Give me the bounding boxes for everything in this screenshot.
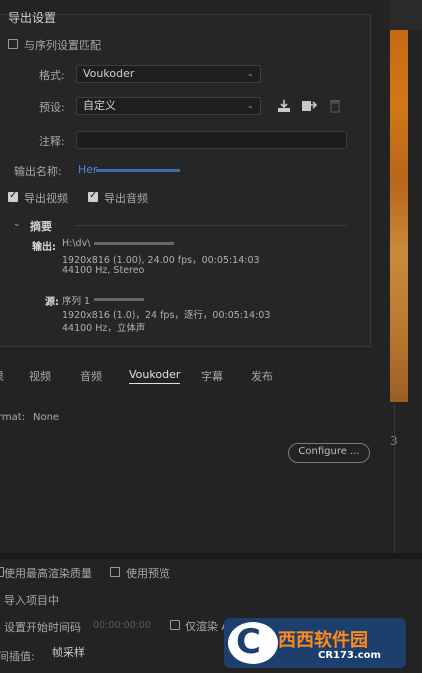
- tab-publish[interactable]: 发布: [251, 368, 273, 384]
- source-audio-info: 44100 Hz，立体声: [62, 323, 146, 334]
- format-value: Voukoder: [83, 67, 135, 80]
- save-preset-icon[interactable]: [277, 99, 291, 113]
- tab-captions[interactable]: 字幕: [201, 368, 223, 384]
- output-video-info: 1920x816 (1.00), 24.00 fps，00:05:14:03: [62, 255, 260, 266]
- export-settings-title: 导出设置: [8, 11, 57, 25]
- chevron-down-icon: ⌄: [246, 69, 254, 79]
- max-quality-label: 使用最高渲染质量: [4, 567, 92, 580]
- watermark-c-icon: C: [236, 622, 261, 662]
- configure-button[interactable]: Configure ...: [288, 443, 370, 463]
- tab-video[interactable]: 视频: [29, 368, 51, 384]
- match-sequence-label: 与序列设置匹配: [24, 39, 101, 52]
- source-summary-label: 源:: [45, 297, 59, 308]
- right-scroll-separator: [394, 405, 395, 555]
- preview-image: [390, 30, 408, 402]
- output-name-blur: [96, 169, 180, 172]
- output-name-link[interactable]: Her: [78, 163, 98, 176]
- watermark-brand: 西西软件园: [278, 630, 368, 651]
- source-name-blur: [94, 298, 144, 301]
- summary-toggle-icon[interactable]: ⌄: [13, 219, 21, 229]
- use-preview-checkbox[interactable]: [110, 567, 120, 577]
- source-name: 序列 1: [62, 296, 91, 307]
- summary-divider: [76, 225, 347, 226]
- tab-bar: [0, 362, 390, 386]
- export-video-label: 导出视频: [24, 192, 68, 205]
- tab-voukoder[interactable]: Voukoder: [129, 368, 181, 384]
- export-audio-label: 导出音频: [104, 192, 148, 205]
- render-alpha-checkbox[interactable]: [170, 620, 180, 630]
- preset-value: 自定义: [83, 99, 116, 112]
- use-preview-label: 使用预览: [126, 567, 170, 580]
- tab-effects[interactable]: 果: [0, 368, 4, 384]
- delete-preset-icon[interactable]: [329, 99, 341, 113]
- comment-label: 注释:: [39, 135, 65, 148]
- output-name-label: 输出名称:: [14, 165, 62, 178]
- right-dark-column: [390, 0, 422, 30]
- export-video-checkbox[interactable]: [8, 190, 18, 202]
- import-preset-icon[interactable]: [301, 99, 318, 113]
- chevron-down-icon: ⌄: [246, 101, 254, 111]
- interpolation-value: 帧采样: [52, 646, 85, 659]
- match-sequence-checkbox[interactable]: [8, 39, 18, 49]
- preset-select[interactable]: 自定义 ⌄: [76, 97, 261, 115]
- output-path-blur: [94, 242, 174, 245]
- format-label: 格式:: [39, 69, 65, 82]
- start-tc-value[interactable]: 00:00:00:00: [93, 620, 151, 631]
- output-path: H:\dv\: [62, 238, 91, 249]
- source-video-info: 1920x816 (1.0)，24 fps，逐行，00:05:14:03: [62, 310, 271, 321]
- voukoder-format-value: None: [33, 412, 60, 423]
- output-audio-info: 44100 Hz, Stereo: [62, 265, 145, 276]
- preset-label: 预设:: [39, 101, 65, 114]
- tab-audio[interactable]: 音频: [80, 368, 102, 384]
- voukoder-format-label: rmat:: [0, 412, 26, 423]
- interpolation-select[interactable]: 帧采样: [46, 645, 226, 663]
- format-select[interactable]: Voukoder ⌄: [76, 65, 261, 83]
- summary-label: 摘要: [30, 220, 52, 233]
- set-start-tc-label: 设置开始时间码: [4, 621, 81, 634]
- interpolation-label: 间插值:: [0, 650, 35, 663]
- export-audio-checkbox[interactable]: [88, 190, 98, 202]
- comment-field[interactable]: [76, 131, 347, 149]
- import-project-label: 导入项目中: [4, 594, 59, 607]
- watermark-url: CR173.com: [318, 650, 381, 661]
- panel-divider: [0, 553, 422, 559]
- output-summary-label: 输出:: [32, 242, 56, 253]
